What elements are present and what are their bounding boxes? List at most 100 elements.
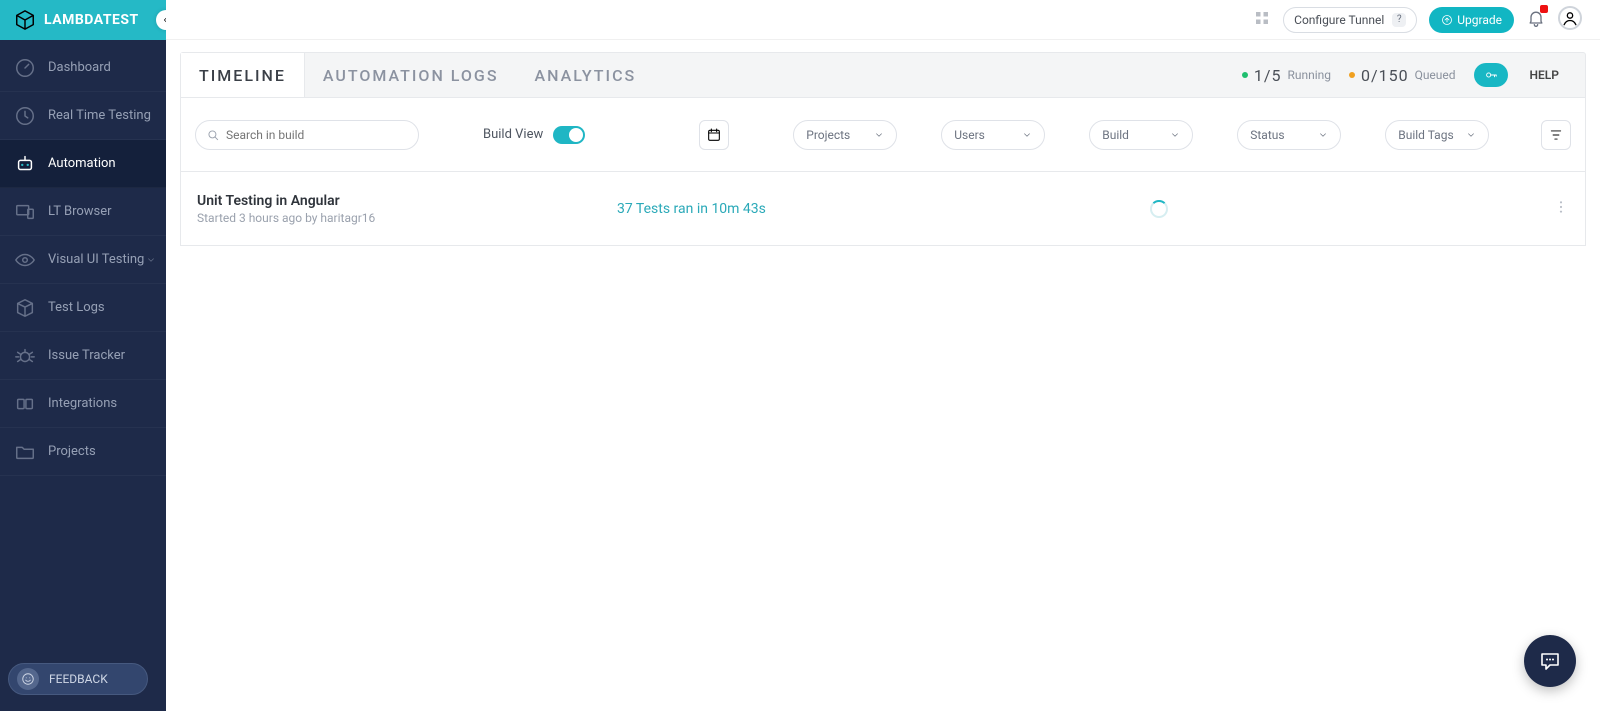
sidebar-nav: Dashboard Real Time Testing Automation L… — [0, 40, 166, 711]
sidebar-item-automation[interactable]: Automation — [0, 140, 166, 188]
brand-logo-icon — [14, 9, 36, 31]
box-icon — [14, 297, 36, 319]
build-title: Unit Testing in Angular — [197, 193, 597, 209]
build-status — [766, 200, 1553, 218]
brand-name: LAMBDATEST — [44, 12, 139, 28]
build-view-switch[interactable] — [553, 126, 585, 144]
upgrade-label: Upgrade — [1457, 13, 1502, 27]
chevron-down-icon — [146, 255, 156, 265]
profile-avatar[interactable] — [1558, 6, 1582, 34]
folder-icon — [14, 441, 36, 463]
chevron-down-icon — [874, 130, 884, 140]
help-hint-icon: ? — [1392, 13, 1406, 27]
chat-icon — [1538, 649, 1562, 673]
sidebar-item-projects[interactable]: Projects — [0, 428, 166, 476]
sidebar-item-label: Issue Tracker — [48, 348, 125, 363]
access-key-button[interactable] — [1474, 63, 1508, 87]
filter-projects[interactable]: Projects — [793, 120, 897, 150]
sidebar-item-dashboard[interactable]: Dashboard — [0, 44, 166, 92]
configure-tunnel-label: Configure Tunnel — [1294, 13, 1384, 27]
sidebar-item-label: Visual UI Testing — [48, 252, 144, 267]
configure-tunnel-button[interactable]: Configure Tunnel ? — [1283, 7, 1417, 33]
sidebar-item-label: LT Browser — [48, 204, 112, 219]
tab-label: AUTOMATION LOGS — [323, 66, 499, 85]
tab-label: ANALYTICS — [535, 66, 637, 85]
tabs: TIMELINE AUTOMATION LOGS ANALYTICS — [181, 53, 654, 97]
session-stats: 1/5 Running 0/150 Queued HELP — [1242, 53, 1585, 97]
search-input-wrapper[interactable] — [195, 120, 419, 150]
status-dot-running — [1242, 72, 1248, 78]
sidebar-item-testlogs[interactable]: Test Logs — [0, 284, 166, 332]
notification-badge — [1540, 5, 1548, 13]
status-dot-queued — [1349, 72, 1355, 78]
apps-grid-icon[interactable] — [1253, 9, 1271, 31]
date-picker-button[interactable] — [699, 120, 729, 150]
robot-icon — [14, 153, 36, 175]
chevron-down-icon — [1318, 130, 1328, 140]
subheader: TIMELINE AUTOMATION LOGS ANALYTICS 1/5 R… — [180, 52, 1586, 98]
smile-icon — [17, 668, 39, 690]
sidebar-item-label: Real Time Testing — [48, 108, 151, 123]
sidebar-item-label: Projects — [48, 444, 96, 459]
tab-label: TIMELINE — [199, 66, 286, 85]
search-input[interactable] — [226, 128, 396, 142]
build-run-stat: 37 Tests ran in 10m 43s — [617, 201, 766, 217]
upgrade-button[interactable]: Upgrade — [1429, 7, 1514, 33]
sidebar: LAMBDATEST Dashboard Real Time Testing A… — [0, 0, 166, 711]
filter-build-tags[interactable]: Build Tags — [1385, 120, 1489, 150]
sidebar-item-label: Dashboard — [48, 60, 111, 75]
filter-label: Users — [954, 128, 985, 142]
running-label: Running — [1287, 68, 1331, 82]
tab-automation-logs[interactable]: AUTOMATION LOGS — [305, 53, 517, 97]
chat-support-button[interactable] — [1524, 635, 1576, 687]
upgrade-arrow-icon — [1441, 14, 1453, 26]
stat-queued: 0/150 Queued — [1349, 66, 1456, 85]
advanced-filter-button[interactable] — [1541, 120, 1571, 150]
help-button[interactable]: HELP — [1530, 68, 1559, 82]
more-vertical-icon — [1553, 199, 1569, 215]
sidebar-header: LAMBDATEST — [0, 0, 166, 40]
filter-label: Projects — [806, 128, 850, 142]
filter-label: Build — [1102, 128, 1129, 142]
gauge-icon — [14, 57, 36, 79]
sidebar-item-issuetracker[interactable]: Issue Tracker — [0, 332, 166, 380]
sidebar-item-label: Integrations — [48, 396, 117, 411]
chevron-down-icon — [1170, 130, 1180, 140]
stat-running: 1/5 Running — [1242, 66, 1331, 85]
build-subtitle: Started 3 hours ago by haritagr16 — [197, 211, 597, 225]
filter-bar: Build View Projects Users Build Status B… — [180, 98, 1586, 172]
notifications-button[interactable] — [1526, 8, 1546, 32]
clock-icon — [14, 105, 36, 127]
topbar: Configure Tunnel ? Upgrade — [166, 0, 1600, 40]
tab-timeline[interactable]: TIMELINE — [181, 53, 305, 97]
key-icon — [1483, 68, 1499, 82]
plug-icon — [14, 393, 36, 415]
spinner-icon — [1150, 200, 1168, 218]
build-row[interactable]: Unit Testing in Angular Started 3 hours … — [180, 172, 1586, 246]
sidebar-item-integrations[interactable]: Integrations — [0, 380, 166, 428]
filter-users[interactable]: Users — [941, 120, 1045, 150]
filter-label: Build Tags — [1398, 128, 1453, 142]
avatar-icon — [1558, 6, 1582, 30]
sidebar-item-visualui[interactable]: Visual UI Testing — [0, 236, 166, 284]
build-meta: Unit Testing in Angular Started 3 hours … — [197, 193, 597, 225]
filter-pills: Projects Users Build Status Build Tags — [793, 120, 1489, 150]
filter-build[interactable]: Build — [1089, 120, 1193, 150]
chevron-down-icon — [1466, 130, 1476, 140]
sidebar-item-ltbrowser[interactable]: LT Browser — [0, 188, 166, 236]
sidebar-item-realtime[interactable]: Real Time Testing — [0, 92, 166, 140]
running-count: 1/5 — [1254, 66, 1282, 85]
feedback-label: FEEDBACK — [49, 672, 108, 686]
devices-icon — [14, 201, 36, 223]
eye-icon — [14, 249, 36, 271]
filter-label: Status — [1250, 128, 1284, 142]
chevron-down-icon — [1022, 130, 1032, 140]
queued-count: 0/150 — [1361, 66, 1409, 85]
filter-status[interactable]: Status — [1237, 120, 1341, 150]
calendar-icon — [706, 127, 722, 143]
sidebar-item-label: Automation — [48, 156, 116, 171]
feedback-button[interactable]: FEEDBACK — [8, 663, 148, 695]
queued-label: Queued — [1415, 68, 1456, 82]
tab-analytics[interactable]: ANALYTICS — [517, 53, 655, 97]
build-row-menu[interactable] — [1553, 199, 1569, 219]
